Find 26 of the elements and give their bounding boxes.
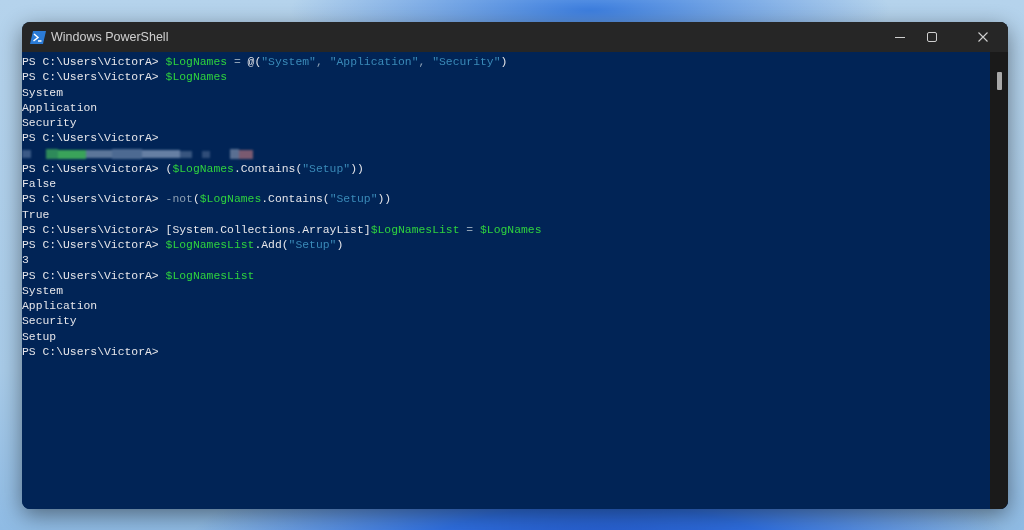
output-line: Setup: [22, 329, 58, 345]
command-line: PS C:\Users\VictorA>: [22, 344, 160, 360]
command-line: PS C:\Users\VictorA> $LogNamesList.Add("Setup"): [22, 238, 345, 253]
command-line: PS C:\Users\VictorA> $LogNames = @("System", "Application", "Security"): [22, 55, 509, 70]
output-line: System: [22, 85, 64, 101]
output-line: 3: [22, 253, 30, 269]
output-line: Application: [22, 299, 99, 314]
close-icon: [978, 32, 988, 42]
command-line: PS C:\Users\VictorA> [System.Collections.ArrayList]$LogNamesList = $LogNames: [22, 222, 543, 238]
command-line: PS C:\Users\VictorA>: [22, 131, 160, 147]
output-line: System: [22, 283, 64, 299]
minimize-icon: [895, 36, 905, 38]
output-line: False: [22, 177, 58, 192]
command-line: PS C:\Users\VictorA> $LogNames: [22, 70, 229, 86]
output-line: Security: [22, 116, 78, 131]
scrollbar-thumb[interactable]: [996, 72, 1002, 90]
output-line: Application: [22, 100, 99, 116]
output-line: Security: [22, 314, 78, 330]
maximize-icon: [927, 32, 937, 42]
command-line: PS C:\Users\VictorA> $LogNamesList: [22, 268, 256, 284]
scrollbar-track[interactable]: [990, 52, 1008, 509]
window-title: Windows PowerShell: [51, 30, 169, 44]
output-line: True: [22, 207, 51, 223]
command-line: PS C:\Users\VictorA> -not($LogNames.Contains("Setup")): [22, 192, 393, 208]
command-line: PS C:\Users\VictorA> ($LogNames.Contains("Setup")): [22, 161, 365, 177]
powershell-icon: [30, 30, 46, 44]
